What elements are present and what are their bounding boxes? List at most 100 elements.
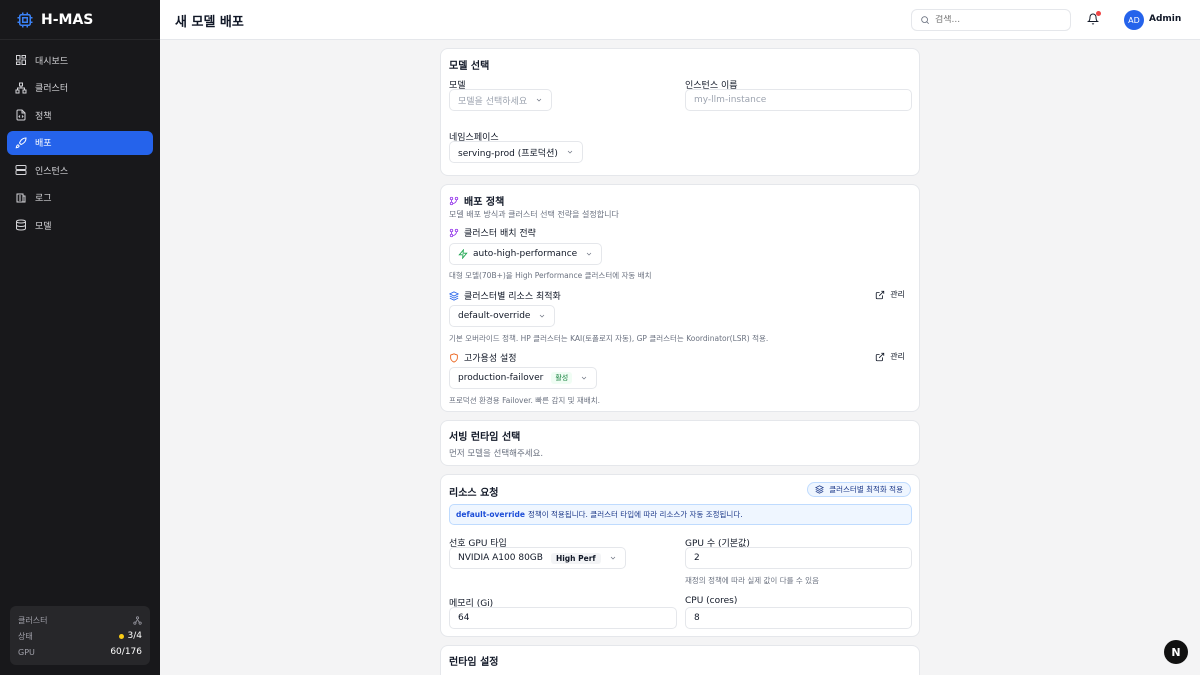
git-branch-icon [449,228,459,237]
resource-request-card: 리소스 요청 클러스터별 최적화 적용 default-override 정책이… [440,474,920,637]
policy-name: default-override [456,510,525,519]
brand[interactable]: H-MAS [0,0,160,40]
ha-help: 프로덕션 환경용 Failover. 빠른 감지 및 재배치. [449,396,600,405]
policy-info-text: 정책이 적용됩니다. 클러스터 타입에 따라 리소스가 자동 조정됩니다. [527,510,743,519]
resource-manage-link[interactable]: 관리 [875,289,905,300]
resource-opt-help: 기본 오버라이드 정책. HP 클러스터는 KAI(토폴로지 자동), GP 클… [449,334,769,343]
cluster-status-label: 상태 [18,631,33,641]
apply-optimization-button[interactable]: 클러스터별 최적화 적용 [807,482,911,497]
chevron-down-icon [610,556,615,560]
memory-input[interactable]: 64 [449,607,677,629]
cluster-gpu-row: GPU 60/176 [18,644,142,660]
card-title: 리소스 요청 [449,488,499,499]
gpu-count-input[interactable]: 2 [685,547,912,569]
layers-icon [815,485,825,494]
status-dot [118,633,124,639]
sidebar-item-instances[interactable]: 인스턴스 [7,158,153,182]
cluster-gpu-value: 60/176 [110,647,142,657]
gpu-count-value: 2 [694,553,700,563]
shield-icon [450,352,458,363]
manage-label: 관리 [890,352,905,361]
floating-action-button[interactable]: N [1164,640,1188,664]
placement-help: 대형 모델(70B+)을 High Performance 클러스터에 자동 배… [449,271,652,280]
card-title: 런타임 설정 [449,657,499,668]
search-input[interactable] [935,15,1055,25]
sidebar-item-models[interactable]: 모델 [7,213,153,237]
placement-label-text: 클러스터 배치 전략 [464,229,536,239]
layers-icon [449,290,459,301]
chevron-down-icon [586,252,592,256]
resource-opt-label: 클러스터별 리소스 최적화 [449,289,561,302]
placement-strategy-value: auto-high-performance [473,249,578,259]
placement-strategy-select[interactable]: auto-high-performance [449,243,603,265]
external-link-icon [876,352,885,361]
serving-runtime-card: 서빙 런타임 선택 먼저 모델을 선택해주세요. [440,420,920,466]
sidebar-item-deploy[interactable]: 배포 [7,130,153,155]
sidebar-item-logs[interactable]: 로그 [7,186,153,210]
cpu-label: CPU (cores) [685,596,738,606]
instance-name-placeholder: my-llm-instance [694,95,767,105]
notification-badge [1096,11,1101,16]
model-select[interactable]: 모델을 선택하세요 [449,89,553,111]
card-title: 모델 선택 [449,61,490,72]
rocket-icon [15,136,27,148]
apply-optimization-label: 클러스터별 최적화 적용 [829,485,903,494]
model-select-placeholder: 모델을 선택하세요 [458,96,528,107]
sidebar-item-label: 정책 [35,111,52,122]
cpu-input[interactable]: 8 [685,607,912,629]
chevron-down-icon [567,150,573,154]
deploy-policy-title: 배포 정책 [449,193,504,208]
network-icon [133,615,142,625]
dashboard-icon [16,55,26,65]
ha-value: production-failover [458,373,544,383]
gpu-type-select[interactable]: NVIDIA A100 80GB High Perf [449,547,626,569]
model-select-card: 모델 선택 모델 모델을 선택하세요 인스턴스 이름 my-llm-instan… [440,48,920,176]
resource-opt-label-text: 클러스터별 리소스 최적화 [464,292,561,302]
gpu-tier-badge: High Perf [550,552,601,564]
user-name[interactable]: Admin [1149,14,1181,24]
page-title: 새 모델 배포 [175,15,244,30]
zap-icon [458,249,468,259]
external-link-icon [876,290,885,299]
instance-name-input[interactable]: my-llm-instance [685,89,912,111]
cluster-status-value: 3/4 [118,631,142,641]
network-icon [15,82,27,93]
resource-opt-select[interactable]: default-override [449,305,556,327]
sidebar-item-label: 배포 [35,139,52,149]
chevron-down-icon [540,314,545,318]
ha-select[interactable]: production-failover 활성 [449,367,598,389]
top-header: 새 모델 배포 AD Admin [160,0,1200,40]
ha-manage-link[interactable]: 관리 [875,351,905,362]
log-icon [16,193,26,202]
cluster-gpu-label: GPU [18,647,35,657]
sidebar-item-label: 클러스터 [35,84,69,94]
sidebar-item-dashboard[interactable]: 대시보드 [7,48,153,72]
server-icon [15,165,27,175]
chevron-down-icon [581,376,587,380]
placement-label: 클러스터 배치 전략 [449,226,536,239]
status-badge: 활성 [551,372,573,384]
cluster-card-header: 클러스터 [18,612,142,628]
search-icon [921,16,930,25]
sidebar-item-policies[interactable]: 정책 [7,103,153,127]
gpu-type-value: NVIDIA A100 80GB [458,553,543,563]
sidebar-item-clusters[interactable]: 클러스터 [7,76,153,100]
sidebar: H-MAS 대시보드 클러스터 정책 배포 인스턴스 로그 모델 클러스터 상태… [0,0,160,675]
sidebar-item-label: 로그 [35,194,52,204]
database-icon [16,219,26,231]
serving-runtime-message: 먼저 모델을 선택해주세요. [449,449,544,459]
card-title: 서빙 런타임 선택 [449,432,521,443]
memory-value: 64 [458,613,470,623]
policy-info-banner: default-override 정책이 적용됩니다. 클러스터 타입에 따라 … [449,504,912,525]
gpu-count-help: 재정의 정책에 따라 실제 값이 다를 수 있음 [685,576,819,585]
namespace-select[interactable]: serving-prod (프로덕션) [449,141,583,163]
cluster-status-count: 3/4 [127,631,142,641]
cluster-card-title: 클러스터 [18,615,48,625]
policy-file-icon [16,109,26,121]
search-box[interactable] [911,9,1071,31]
card-title: 배포 정책 [464,197,505,208]
sidebar-nav: 대시보드 클러스터 정책 배포 인스턴스 로그 모델 [0,40,160,249]
runtime-settings-card: 런타임 설정 [440,645,920,675]
resource-opt-value: default-override [458,311,531,321]
avatar[interactable]: AD [1124,10,1144,30]
